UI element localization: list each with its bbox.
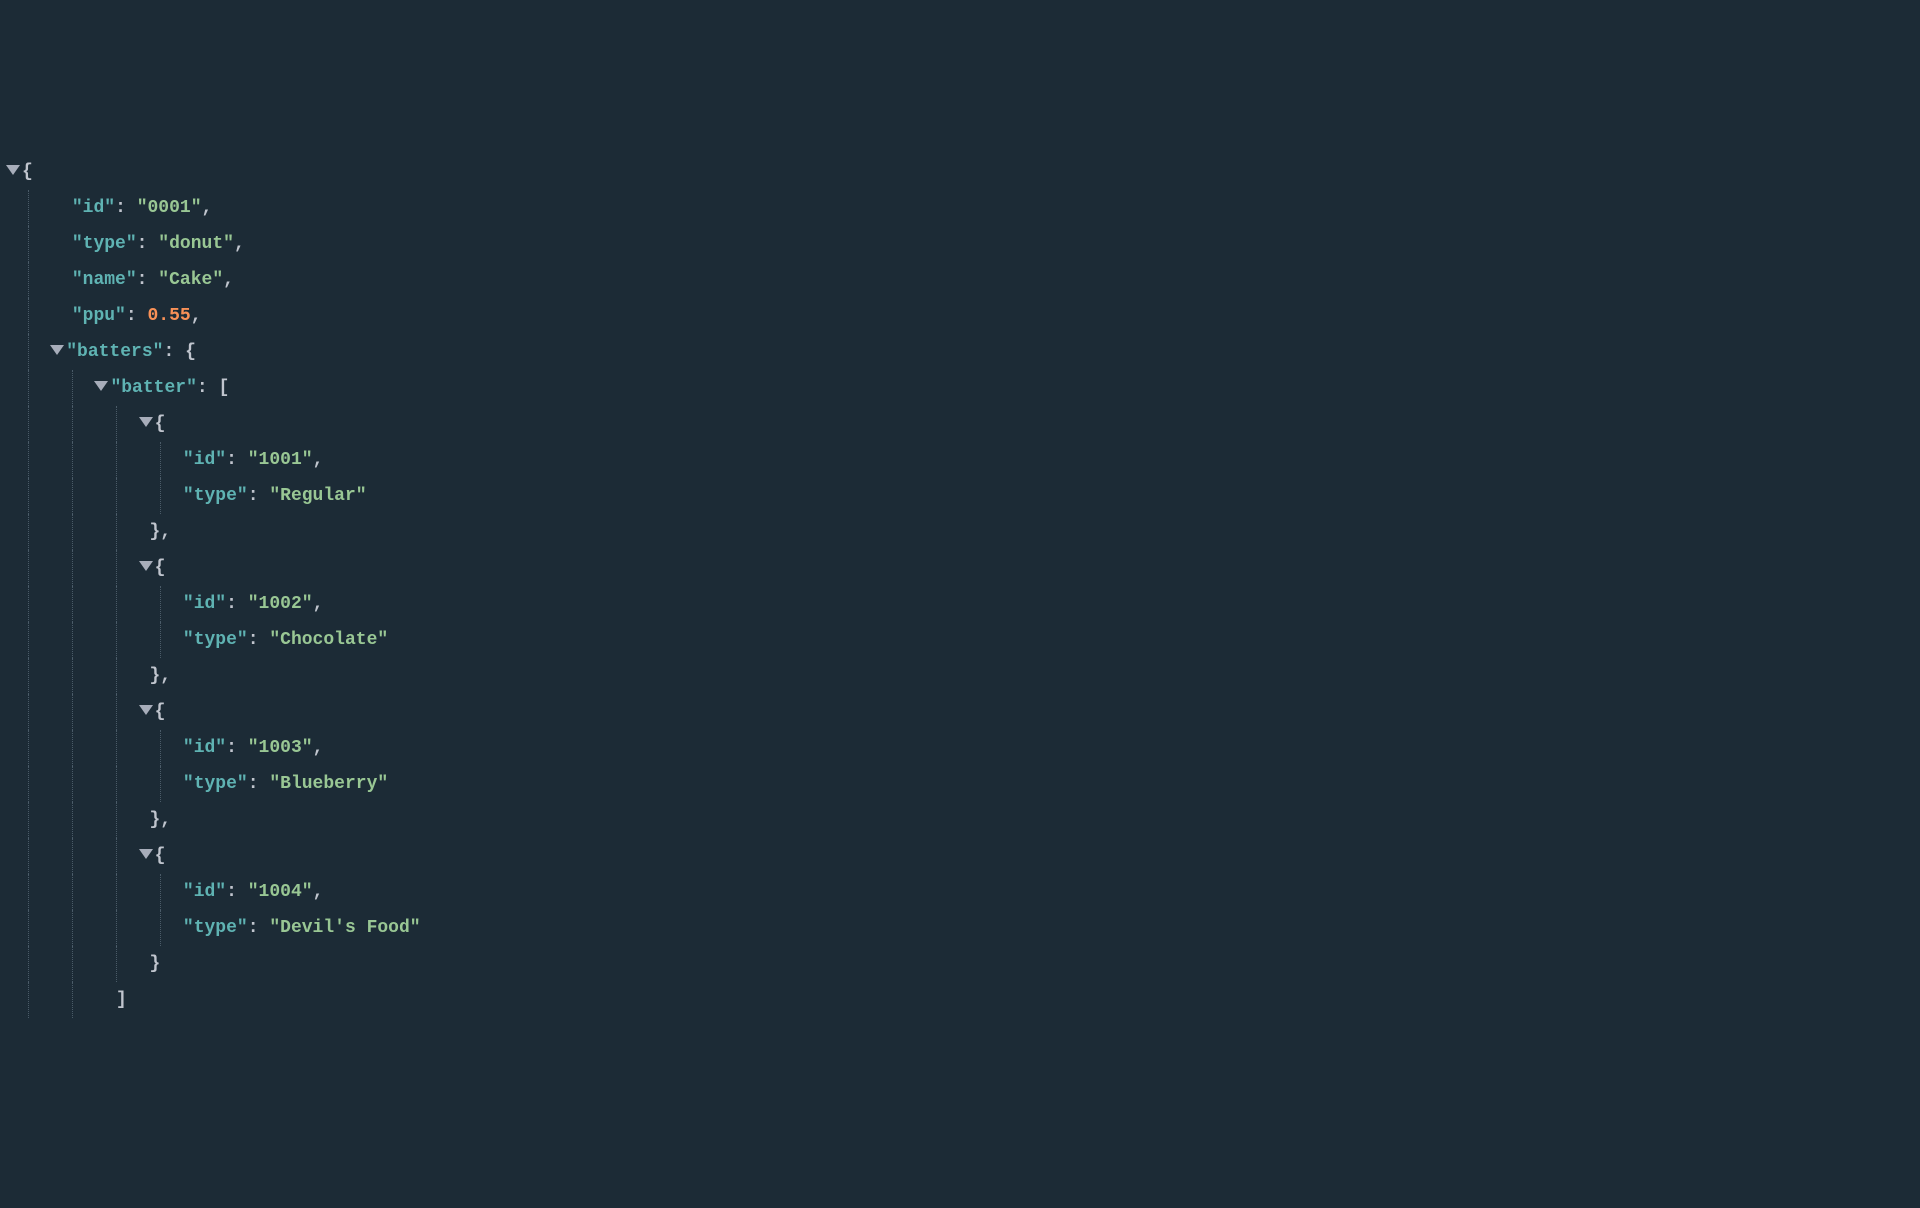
json-close: },	[6, 658, 1914, 694]
collapse-toggle-icon[interactable]	[139, 849, 153, 859]
json-punct: :	[137, 234, 148, 254]
json-punct: {	[22, 162, 33, 182]
json-punct: :	[248, 918, 259, 938]
json-punct: ,	[202, 198, 213, 218]
json-string: "1003"	[248, 738, 313, 758]
collapse-toggle-icon[interactable]	[94, 381, 108, 391]
json-punct: ,	[160, 810, 171, 830]
json-key-value: "id": "1004",	[6, 874, 1914, 910]
json-punct: :	[248, 486, 259, 506]
json-punct: ,	[160, 666, 171, 686]
json-key-value: "type": "Regular"	[6, 478, 1914, 514]
json-punct: {	[155, 414, 166, 434]
json-node-array-item[interactable]: {	[6, 550, 1914, 586]
json-node-array-item[interactable]: {	[6, 406, 1914, 442]
json-punct: :	[226, 594, 237, 614]
json-key: "batters"	[66, 342, 163, 362]
json-node-batters[interactable]: "batters": {	[6, 334, 1914, 370]
json-string: "1001"	[248, 450, 313, 470]
json-punct: :	[248, 774, 259, 794]
collapse-toggle-icon[interactable]	[139, 417, 153, 427]
json-string: "Cake"	[158, 270, 223, 290]
json-key-value: "type": "Chocolate"	[6, 622, 1914, 658]
json-node-array-item[interactable]: {	[6, 694, 1914, 730]
json-string: "Chocolate"	[269, 630, 388, 650]
json-punct: :	[248, 630, 259, 650]
json-key: "type"	[183, 774, 248, 794]
json-close: },	[6, 802, 1914, 838]
json-punct: ]	[116, 990, 127, 1010]
json-punct: }	[149, 666, 160, 686]
json-key: "batter"	[110, 378, 196, 398]
json-punct: {	[155, 846, 166, 866]
collapse-toggle-icon[interactable]	[139, 561, 153, 571]
json-key: "id"	[183, 450, 226, 470]
json-punct: :	[226, 738, 237, 758]
json-punct: :	[126, 306, 137, 326]
json-key-value: "type": "donut",	[6, 226, 1914, 262]
json-punct: :	[137, 270, 148, 290]
json-key: "id"	[183, 594, 226, 614]
json-key: "id"	[183, 882, 226, 902]
json-key-value: "id": "0001",	[6, 190, 1914, 226]
json-key-value: "name": "Cake",	[6, 262, 1914, 298]
json-punct: ,	[313, 594, 324, 614]
json-punct: {	[155, 702, 166, 722]
json-punct: :	[226, 882, 237, 902]
json-key: "type"	[183, 486, 248, 506]
json-key: "name"	[72, 270, 137, 290]
json-string: "donut"	[158, 234, 234, 254]
json-key: "type"	[72, 234, 137, 254]
json-string: "1004"	[248, 882, 313, 902]
json-close: }	[6, 946, 1914, 982]
json-key: "ppu"	[72, 306, 126, 326]
json-close: },	[6, 514, 1914, 550]
json-key-value: "type": "Blueberry"	[6, 766, 1914, 802]
json-key-value: "ppu": 0.55,	[6, 298, 1914, 334]
json-key-value: "type": "Devil's Food"	[6, 910, 1914, 946]
json-punct: {	[155, 558, 166, 578]
json-number: 0.55	[147, 306, 190, 326]
json-string: "Devil's Food"	[269, 918, 420, 938]
json-key: "type"	[183, 630, 248, 650]
json-punct: ,	[234, 234, 245, 254]
json-string: "Blueberry"	[269, 774, 388, 794]
json-punct: ,	[313, 738, 324, 758]
collapse-toggle-icon[interactable]	[139, 705, 153, 715]
json-close: ]	[6, 982, 1914, 1018]
json-punct: :	[197, 378, 208, 398]
collapse-toggle-icon[interactable]	[50, 345, 64, 355]
json-key-value: "id": "1003",	[6, 730, 1914, 766]
json-punct: ,	[313, 450, 324, 470]
json-punct: [	[219, 378, 230, 398]
collapse-toggle-icon[interactable]	[6, 165, 20, 175]
json-key: "id"	[72, 198, 115, 218]
json-key: "type"	[183, 918, 248, 938]
json-node-batter-array[interactable]: "batter": [	[6, 370, 1914, 406]
json-punct: :	[226, 450, 237, 470]
json-key: "id"	[183, 738, 226, 758]
json-string: "Regular"	[269, 486, 366, 506]
json-punct: {	[185, 342, 196, 362]
json-string: "0001"	[137, 198, 202, 218]
json-punct: :	[163, 342, 174, 362]
json-node-root[interactable]: {	[6, 154, 1914, 190]
json-punct: :	[115, 198, 126, 218]
json-punct: ,	[160, 522, 171, 542]
json-string: "1002"	[248, 594, 313, 614]
json-punct: }	[149, 522, 160, 542]
json-punct: ,	[191, 306, 202, 326]
json-key-value: "id": "1001",	[6, 442, 1914, 478]
json-punct: }	[149, 810, 160, 830]
json-tree-viewer: { "id": "0001", "type": "donut", "name":…	[6, 154, 1914, 1018]
json-node-array-item[interactable]: {	[6, 838, 1914, 874]
json-key-value: "id": "1002",	[6, 586, 1914, 622]
json-punct: }	[149, 954, 160, 974]
json-punct: ,	[313, 882, 324, 902]
json-punct: ,	[223, 270, 234, 290]
